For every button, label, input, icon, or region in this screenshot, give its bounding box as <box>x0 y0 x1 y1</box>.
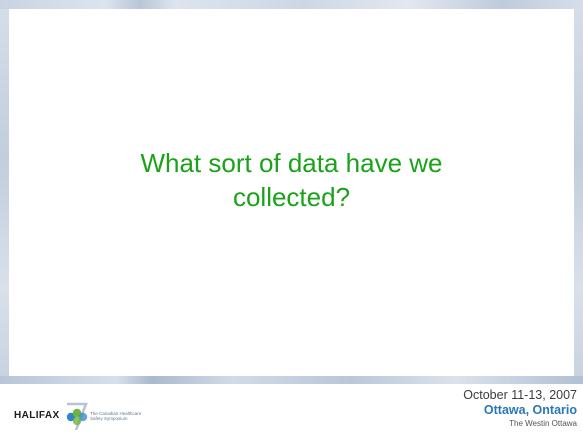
slide: What sort of data have we collected? HAL… <box>0 0 583 441</box>
halifax-7-logo-icon <box>66 402 88 431</box>
slide-border-bottom <box>0 376 583 384</box>
slide-border-right <box>574 9 583 381</box>
halifax-wordmark: HALIFAX <box>14 410 60 421</box>
slide-title-line-2: collected? <box>232 182 351 212</box>
slide-title: What sort of data have we collected? <box>100 146 483 214</box>
event-venue: The Westin Ottawa <box>509 419 577 428</box>
slide-border-top <box>0 0 583 9</box>
slide-title-line-1: What sort of data have we <box>140 148 443 178</box>
event-date: October 11-13, 2007 <box>463 388 577 402</box>
halifax-logo: HALIFAX The Canadian Healthcare Safety S… <box>14 400 174 436</box>
event-info: October 11-13, 2007 Ottawa, Ontario The … <box>397 388 577 429</box>
halifax-tagline: The Canadian Healthcare Safety Symposium <box>90 411 180 421</box>
slide-border-left <box>0 9 9 381</box>
event-city: Ottawa, Ontario <box>483 403 577 417</box>
halifax-tagline-line-2: Safety Symposium <box>90 416 128 421</box>
